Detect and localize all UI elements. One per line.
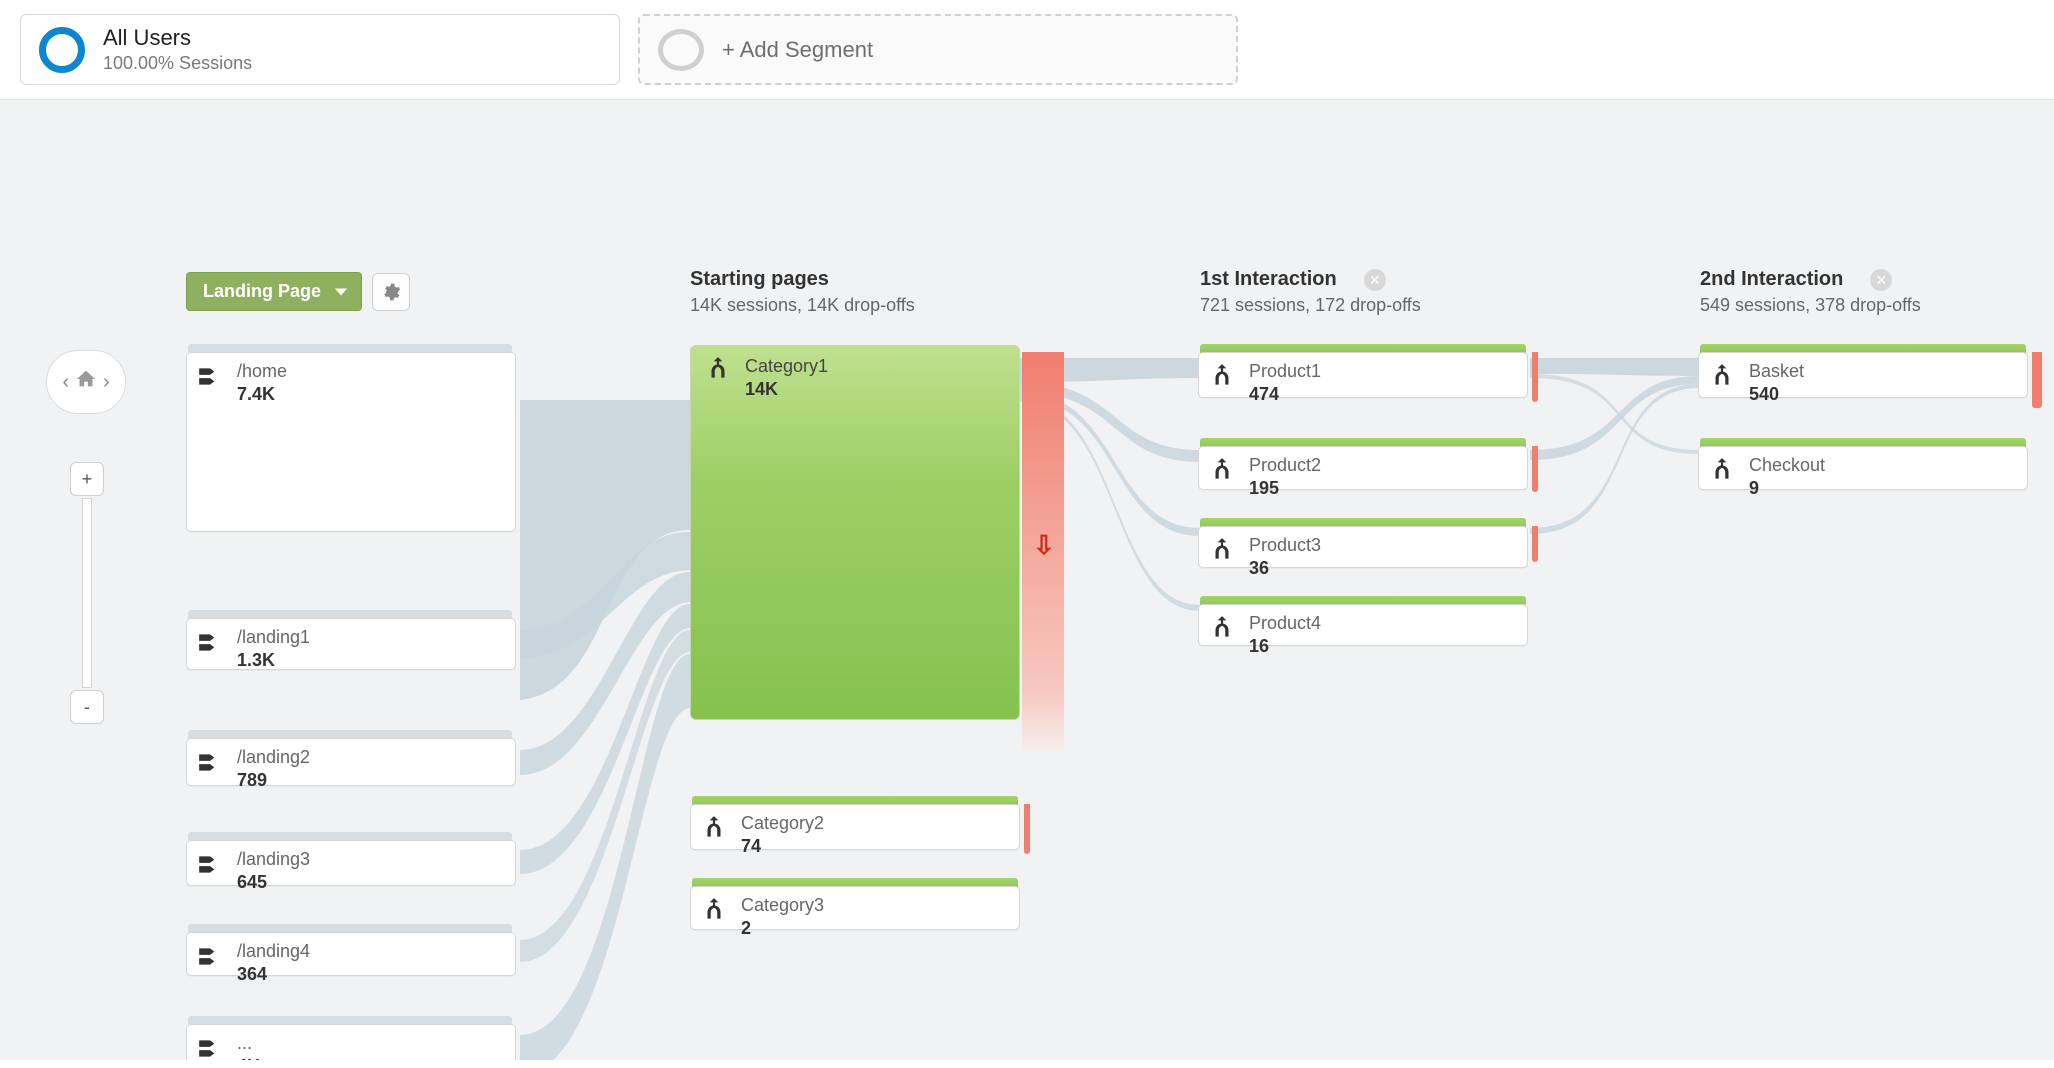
node-label: Product3 [1249,535,1321,556]
node-product3[interactable]: Product3 36 [1198,526,1528,568]
node-value: 4K [237,1056,260,1060]
flow-canvas[interactable]: ‹ › + - Landing Page Starting pages 14K … [0,100,2054,1060]
node-category2[interactable]: Category2 74 [690,804,1020,850]
node-checkout[interactable]: Checkout 9 [1698,446,2028,490]
node-label: /landing4 [237,941,310,962]
entry-icon [197,1033,227,1060]
node-label: ... [237,1033,260,1054]
nav-pill: ‹ › [46,350,126,414]
column-title: 2nd Interaction [1700,268,1843,290]
column-subtitle: 721 sessions, 172 drop-offs [1200,295,1421,316]
node-label: Checkout [1749,455,1825,476]
add-segment-button[interactable]: + Add Segment [638,14,1238,85]
node-value: 14K [745,379,828,400]
column-header-1st-interaction: 1st Interaction ✕ 721 sessions, 172 drop… [1200,268,1421,316]
column-subtitle: 549 sessions, 378 drop-offs [1700,295,1921,316]
node-value: 36 [1249,558,1321,579]
merge-icon [1709,455,1739,486]
dropoff-bar [1532,352,1538,402]
nav-home-button[interactable] [75,368,97,396]
entry-icon [197,941,227,972]
segment-bar: All Users 100.00% Sessions + Add Segment [0,0,2054,100]
node-value: 9 [1749,478,1825,499]
add-segment-ring-icon [658,29,704,71]
merge-icon [1209,535,1239,566]
node-product1[interactable]: Product1 474 [1198,352,1528,398]
node-value: 1.3K [237,650,310,671]
entry-icon [197,361,227,392]
node-label: Category3 [741,895,824,916]
gear-icon [381,282,401,302]
node-value: 474 [1249,384,1321,405]
dropoff-arrow-icon: ⇩ [1033,530,1055,561]
node-value: 645 [237,872,310,893]
segment-ring-icon [39,27,85,73]
merge-icon [701,813,731,844]
node-label: /landing2 [237,747,310,768]
dimension-dropdown[interactable]: Landing Page [186,272,362,311]
node-label: Product2 [1249,455,1321,476]
node-category3[interactable]: Category3 2 [690,886,1020,930]
node-value: 789 [237,770,310,791]
column-subtitle: 14K sessions, 14K drop-offs [690,295,915,316]
node-label: Product1 [1249,361,1321,382]
dropoff-bar [1532,526,1538,562]
node-value: 195 [1249,478,1321,499]
zoom-track[interactable] [82,498,92,688]
node-landing-other[interactable]: ... 4K [186,1024,516,1060]
zoom-out-button[interactable]: - [70,690,104,724]
entry-icon [197,849,227,880]
nav-next-button[interactable]: › [103,371,110,394]
entry-icon [197,747,227,778]
node-product2[interactable]: Product2 195 [1198,446,1528,490]
column-header-2nd-interaction: 2nd Interaction ✕ 549 sessions, 378 drop… [1700,268,1921,316]
column-title: 1st Interaction [1200,268,1337,290]
node-landing-4[interactable]: /landing4 364 [186,932,516,976]
node-value: 2 [741,918,824,939]
node-landing-1[interactable]: /landing1 1.3K [186,618,516,670]
nav-prev-button[interactable]: ‹ [62,371,69,394]
node-landing-home[interactable]: /home 7.4K [186,352,516,532]
node-landing-2[interactable]: /landing2 789 [186,738,516,786]
zoom-control: + - [70,462,104,724]
node-value: 7.4K [237,384,287,405]
segment-name: All Users [103,25,252,51]
column-header-starting-pages: Starting pages 14K sessions, 14K drop-of… [690,268,915,316]
merge-icon [705,356,735,385]
segment-all-users[interactable]: All Users 100.00% Sessions [20,14,620,85]
node-label: /landing3 [237,849,310,870]
merge-icon [1209,455,1239,486]
settings-button[interactable] [372,273,410,311]
node-value: 364 [237,964,310,985]
node-category1[interactable]: Category1 14K [690,345,1020,720]
merge-icon [1209,613,1239,644]
node-label: /landing1 [237,627,310,648]
merge-icon [1209,361,1239,392]
node-landing-3[interactable]: /landing3 645 [186,840,516,886]
add-segment-label: + Add Segment [722,37,873,63]
node-label: /home [237,361,287,382]
node-value: 74 [741,836,824,857]
column-remove-button[interactable]: ✕ [1364,269,1386,291]
node-product4[interactable]: Product4 16 [1198,604,1528,646]
column-title: Starting pages [690,268,915,291]
zoom-in-button[interactable]: + [70,462,104,496]
entry-icon [197,627,227,658]
column-remove-button[interactable]: ✕ [1870,269,1892,291]
node-value: 540 [1749,384,1804,405]
segment-detail: 100.00% Sessions [103,53,252,74]
node-label: Category2 [741,813,824,834]
dropoff-bar [1532,446,1538,492]
node-label: Basket [1749,361,1804,382]
dimension-label: Landing Page [203,281,321,301]
merge-icon [701,895,731,926]
node-label: Product4 [1249,613,1321,634]
dropoff-bar [1024,804,1030,854]
dropoff-bar [2032,352,2042,408]
node-label: Category1 [745,356,828,377]
merge-icon [1709,361,1739,392]
node-basket[interactable]: Basket 540 [1698,352,2028,398]
node-value: 16 [1249,636,1321,657]
